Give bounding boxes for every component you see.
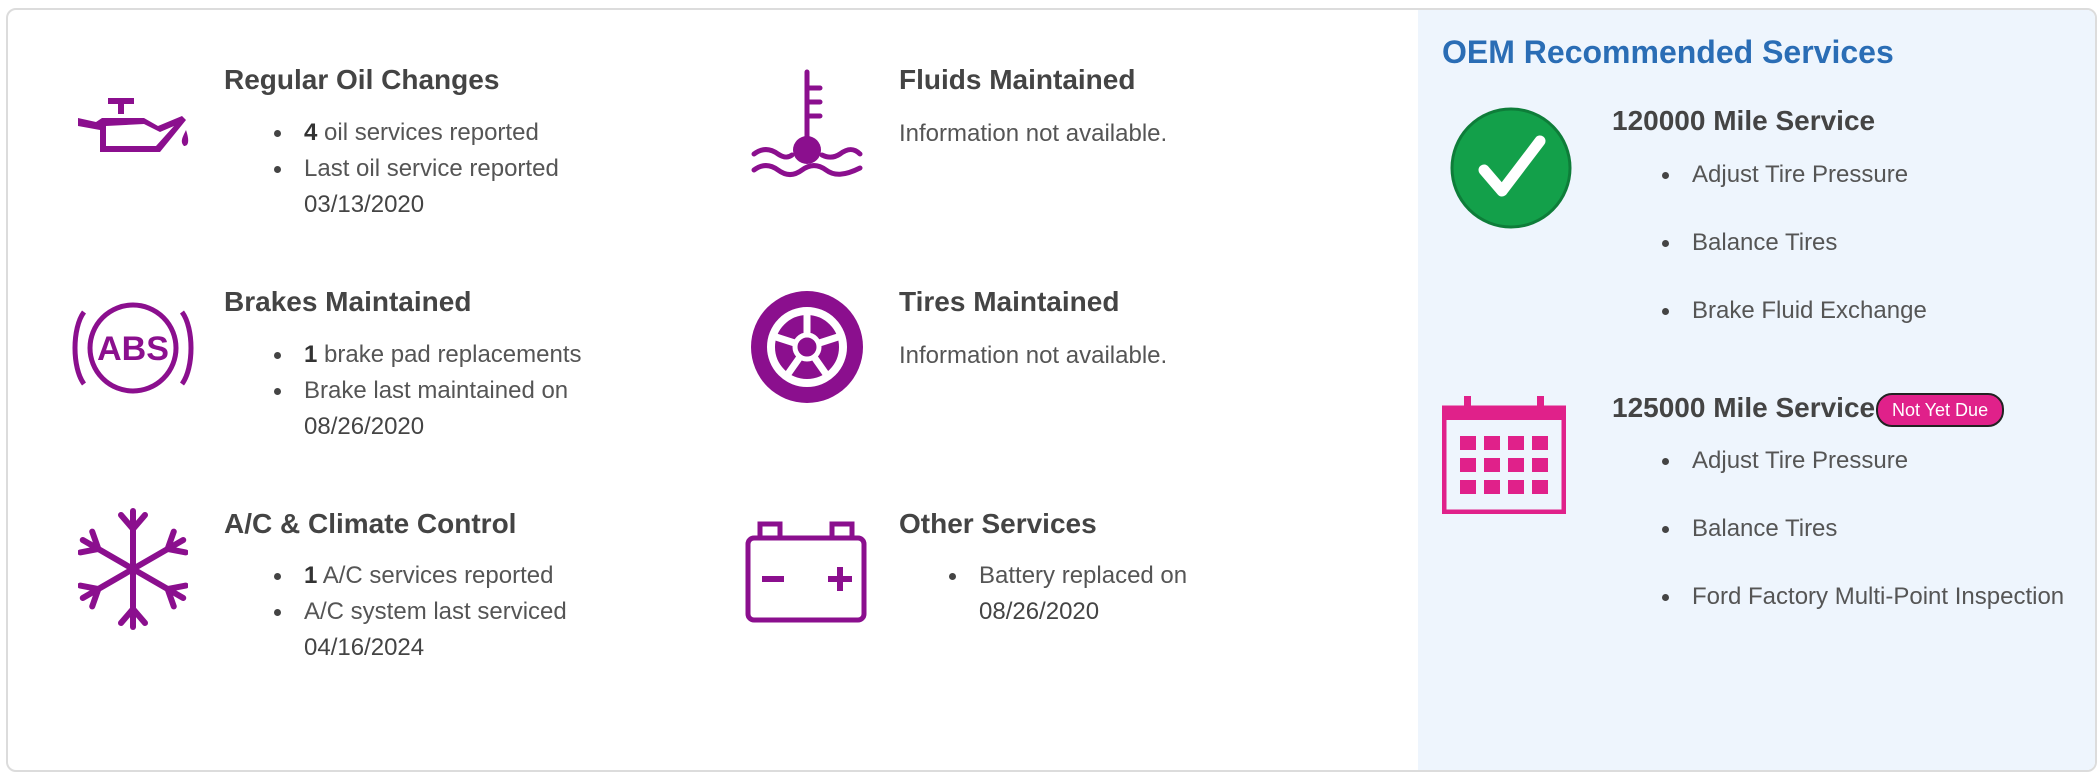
- other-last-label: Battery replaced on: [979, 562, 1188, 589]
- other-details: Battery replaced on 08/26/2020: [949, 558, 1188, 630]
- calendar-icon: [1442, 396, 1566, 514]
- oil-count: 4: [304, 119, 318, 146]
- other-last-date: 08/26/2020: [979, 598, 1100, 625]
- oem-item-1-task: Brake Fluid Exchange: [1662, 293, 1927, 361]
- oil-last-label: Last oil service reported: [304, 155, 559, 182]
- oem-item-2-title: 125000 Mile Service: [1612, 392, 1876, 423]
- brakes-count-text: brake pad replacements: [317, 341, 582, 368]
- snowflake-icon: [78, 508, 188, 630]
- checkmark-icon: [1450, 107, 1572, 229]
- ac-title: A/C & Climate Control: [224, 508, 517, 539]
- oem-item-2-task: Ford Factory Multi-Point Inspection: [1662, 579, 2064, 647]
- brakes-last-item: Brake last maintained on 08/26/2020: [274, 373, 582, 445]
- wheel-icon: [751, 291, 863, 403]
- oil-can-icon: [78, 98, 189, 152]
- not-yet-due-badge: Not Yet Due: [1876, 393, 2005, 427]
- oil-count-item: 4 oil services reported: [274, 115, 559, 151]
- ac-count-item: 1 A/C services reported: [274, 558, 567, 594]
- oem-item-2-task: Adjust Tire Pressure: [1662, 443, 2064, 511]
- tires-title: Tires Maintained: [899, 286, 1120, 317]
- brakes-last-label: Brake last maintained on: [304, 377, 569, 404]
- brakes-count: 1: [304, 341, 318, 368]
- brakes-count-item: 1 brake pad replacements: [274, 337, 582, 373]
- ac-last-label: A/C system last serviced: [304, 598, 567, 625]
- oem-item-1-task: Balance Tires: [1662, 225, 1927, 293]
- oem-item-1-title: 120000 Mile Service: [1612, 105, 1876, 136]
- fluids-title: Fluids Maintained: [899, 64, 1136, 95]
- oil-count-text: oil services reported: [317, 119, 539, 146]
- brakes-last-date: 08/26/2020: [304, 413, 425, 440]
- fluids-info: Information not available.: [899, 120, 1168, 147]
- oem-item-1-task: Adjust Tire Pressure: [1662, 157, 1927, 225]
- other-title: Other Services: [899, 508, 1097, 539]
- ac-last-date: 04/16/2024: [304, 634, 425, 661]
- brakes-title: Brakes Maintained: [224, 286, 472, 317]
- other-battery-item: Battery replaced on 08/26/2020: [949, 558, 1188, 630]
- svg-text:ABS: ABS: [97, 330, 169, 368]
- ac-count: 1: [304, 562, 318, 589]
- ac-details: 1 A/C services reported A/C system last …: [274, 558, 567, 666]
- thermometer-water-icon: [751, 69, 863, 177]
- brakes-details: 1 brake pad replacements Brake last main…: [274, 337, 582, 445]
- tires-info: Information not available.: [899, 342, 1168, 369]
- oem-item-2-tasks: Adjust Tire Pressure Balance Tires Ford …: [1662, 443, 2064, 647]
- oem-heading: OEM Recommended Services: [1442, 34, 1894, 70]
- oem-item-2-task: Balance Tires: [1662, 511, 2064, 579]
- abs-icon: ABS: [72, 302, 194, 394]
- oil-details: 4 oil services reported Last oil service…: [274, 115, 559, 223]
- battery-icon: [745, 521, 867, 623]
- ac-count-text: A/C services reported: [317, 562, 554, 589]
- oil-title: Regular Oil Changes: [224, 64, 500, 95]
- oil-last-date: 03/13/2020: [304, 191, 425, 218]
- oil-last-item: Last oil service reported 03/13/2020: [274, 151, 559, 223]
- ac-last-item: A/C system last serviced 04/16/2024: [274, 594, 567, 666]
- oem-item-1-tasks: Adjust Tire Pressure Balance Tires Brake…: [1662, 157, 1927, 361]
